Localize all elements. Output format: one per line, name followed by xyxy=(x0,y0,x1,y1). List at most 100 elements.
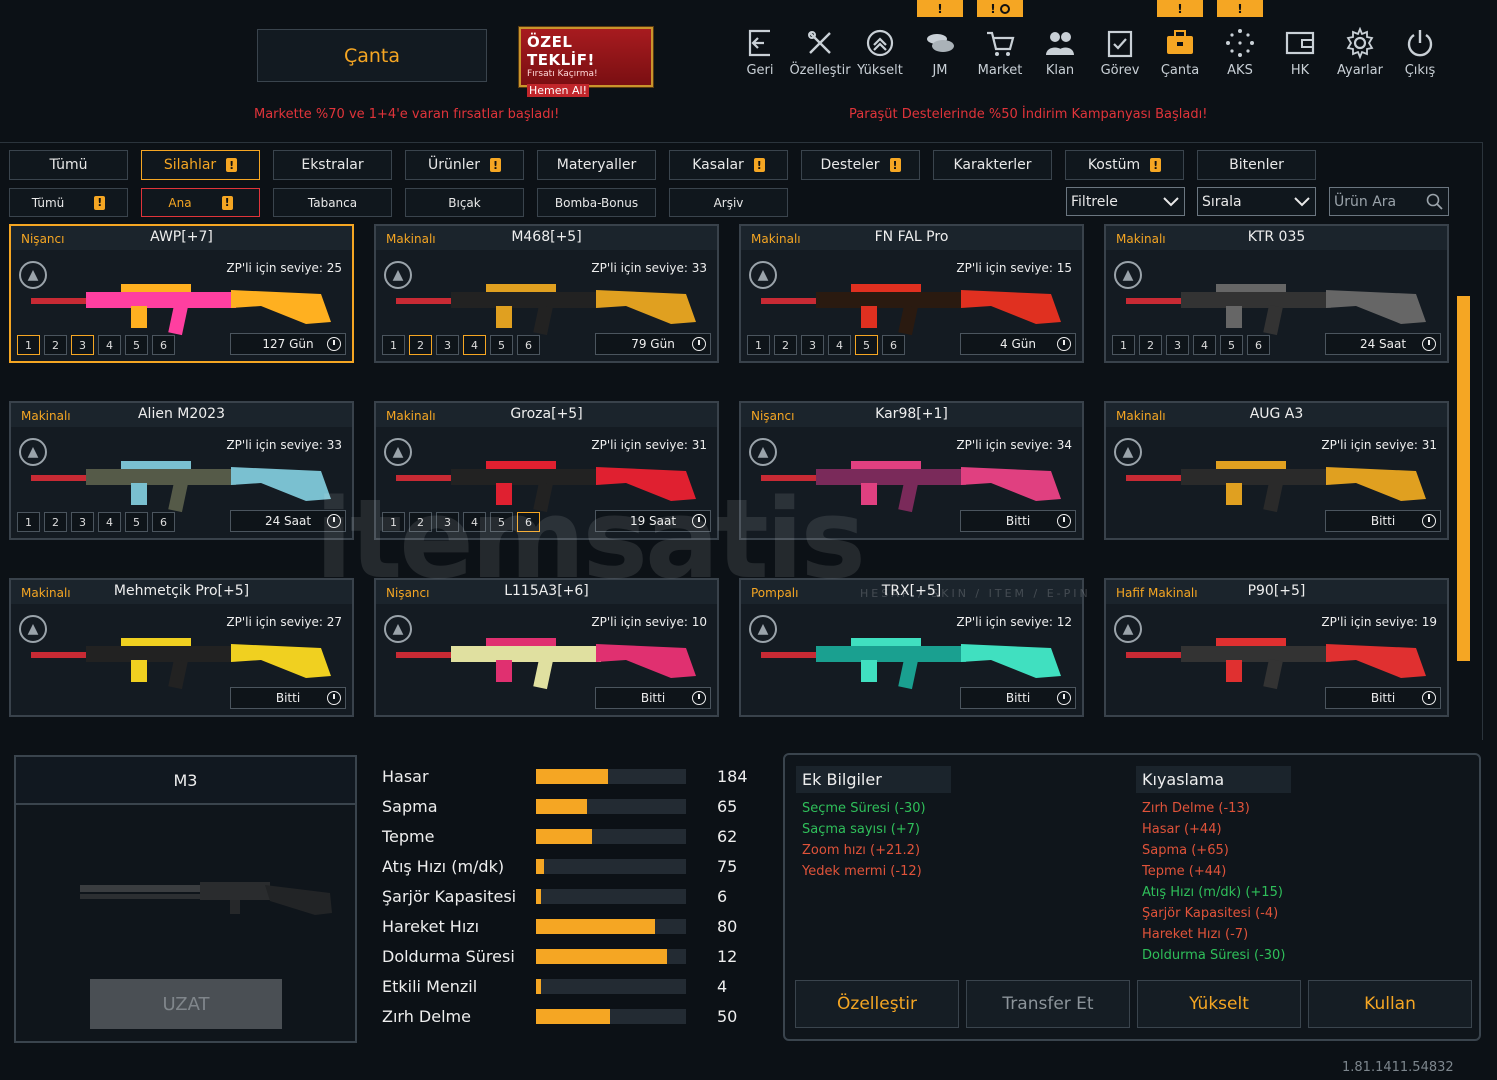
grid-scrollbar[interactable] xyxy=(1457,296,1470,661)
level-slot[interactable]: 3 xyxy=(1166,335,1189,355)
nav-gear[interactable]: Ayarlar xyxy=(1330,27,1390,83)
level-slot[interactable]: 4 xyxy=(98,512,121,532)
duration-text: Bitti xyxy=(1370,514,1396,528)
tab-9[interactable]: Kostüm! xyxy=(1065,150,1184,180)
gear-icon xyxy=(1346,27,1374,59)
subtab-2[interactable]: Ana! xyxy=(141,188,260,217)
level-slot[interactable]: 4 xyxy=(98,335,121,355)
tab-7[interactable]: Desteler! xyxy=(801,150,920,180)
nav-power[interactable]: Çıkış xyxy=(1390,27,1450,83)
duration-text: Bitti xyxy=(1370,691,1396,705)
action-button-3[interactable]: Yükselt xyxy=(1137,980,1301,1028)
level-slot[interactable]: 5 xyxy=(490,335,513,355)
subtab-3[interactable]: Tabanca xyxy=(273,188,392,217)
duration-text: 79 Gün xyxy=(631,337,675,351)
weapon-card[interactable]: Makinalı Alien M2023 ZP'li için seviye: … xyxy=(9,401,354,540)
weapon-card[interactable]: Hafif Makinalı P90[+5] ZP'li için seviye… xyxy=(1104,578,1449,717)
nav-task[interactable]: Görev xyxy=(1090,27,1150,83)
level-slot[interactable]: 1 xyxy=(747,335,770,355)
level-slot[interactable]: 6 xyxy=(152,512,175,532)
sort-dropdown[interactable]: Sırala xyxy=(1197,187,1316,216)
level-slot[interactable]: 2 xyxy=(774,335,797,355)
nav-customize[interactable]: Özelleştir xyxy=(789,27,851,83)
level-slot[interactable]: 3 xyxy=(436,335,459,355)
level-slot[interactable]: 5 xyxy=(125,335,148,355)
stat-bar-fill xyxy=(536,979,541,994)
subtab-1[interactable]: Tümü! xyxy=(9,188,128,217)
comparison-title: Kıyaslama xyxy=(1136,766,1291,793)
tab-label: Ürünler xyxy=(427,157,480,173)
level-slot[interactable]: 3 xyxy=(71,335,94,355)
tab-6[interactable]: Kasalar! xyxy=(669,150,788,180)
nav-coins[interactable]: JM xyxy=(910,27,970,83)
level-slot[interactable]: 5 xyxy=(1220,335,1243,355)
level-slot[interactable]: 2 xyxy=(44,512,67,532)
nav-aks[interactable]: AKS xyxy=(1210,27,1270,83)
nav-clan[interactable]: Klan xyxy=(1030,27,1090,83)
level-slot[interactable]: 4 xyxy=(1193,335,1216,355)
market-alert-badge: ! xyxy=(977,0,1023,17)
level-slot[interactable]: 5 xyxy=(855,335,878,355)
level-slot[interactable]: 6 xyxy=(517,335,540,355)
level-slot[interactable]: 6 xyxy=(152,335,175,355)
tab-2[interactable]: Silahlar! xyxy=(141,150,260,180)
subtab-5[interactable]: Bomba-Bonus xyxy=(537,188,656,217)
search-input[interactable]: Ürün Ara xyxy=(1329,187,1449,216)
aks-icon xyxy=(1226,29,1254,57)
subtab-6[interactable]: Arşiv xyxy=(669,188,788,217)
wallet-icon xyxy=(1285,31,1315,55)
tab-10[interactable]: Bitenler xyxy=(1197,150,1316,180)
weapon-card[interactable]: Makinalı KTR 035 ▲ 123456 24 Saat xyxy=(1104,224,1449,363)
weapon-name: Alien M2023 xyxy=(137,406,225,422)
level-slot[interactable]: 6 xyxy=(882,335,905,355)
level-slot[interactable]: 3 xyxy=(71,512,94,532)
weapon-card[interactable]: Nişancı AWP[+7] ZP'li için seviye: 25 ▲ … xyxy=(9,224,354,363)
stat-bar xyxy=(536,769,686,784)
info-line: Hareket Hızı (-7) xyxy=(1142,927,1249,942)
tab-3[interactable]: Ekstralar xyxy=(273,150,392,180)
level-slot[interactable]: 1 xyxy=(1112,335,1135,355)
clock-icon xyxy=(999,3,1010,14)
weapon-card[interactable]: Makinalı Mehmetçik Pro[+5] ZP'li için se… xyxy=(9,578,354,717)
duration-text: 24 Saat xyxy=(264,514,312,528)
weapon-card[interactable]: Makinalı AUG A3 ZP'li için seviye: 31 ▲ … xyxy=(1104,401,1449,540)
stat-bar xyxy=(536,1009,686,1024)
weapon-card[interactable]: Makinalı M468[+5] ZP'li için seviye: 33 … xyxy=(374,224,719,363)
tab-5[interactable]: Materyaller xyxy=(537,150,656,180)
filter-dropdown[interactable]: Filtrele xyxy=(1066,187,1185,216)
tab-1[interactable]: Tümü xyxy=(9,150,128,180)
level-slot[interactable]: 1 xyxy=(17,512,40,532)
special-offer-banner[interactable]: ÖZEL TEKLİF! Fırsatı Kaçırma! Hemen Al! xyxy=(519,27,653,97)
nav-bag[interactable]: Çanta xyxy=(1150,27,1210,83)
nav-wallet[interactable]: HK xyxy=(1270,27,1330,83)
action-button-2[interactable]: Transfer Et xyxy=(966,980,1130,1028)
level-slot[interactable]: 2 xyxy=(44,335,67,355)
stat-bar-fill xyxy=(536,859,544,874)
nav-cart[interactable]: Market xyxy=(970,27,1030,83)
level-slot[interactable]: 4 xyxy=(463,335,486,355)
level-slot[interactable]: 1 xyxy=(382,335,405,355)
action-button-4[interactable]: Kullan xyxy=(1308,980,1472,1028)
level-slot[interactable]: 2 xyxy=(409,335,432,355)
stat-value: 184 xyxy=(717,767,748,786)
level-slot[interactable]: 5 xyxy=(125,512,148,532)
nav-upgrade[interactable]: Yükselt xyxy=(850,27,910,83)
tab-label: Ekstralar xyxy=(301,157,364,173)
level-slot[interactable]: 6 xyxy=(1247,335,1270,355)
level-slot[interactable]: 3 xyxy=(801,335,824,355)
tab-label: Kostüm xyxy=(1087,157,1141,173)
level-slot[interactable]: 2 xyxy=(1139,335,1162,355)
duration-badge: Bitti xyxy=(1325,510,1441,532)
level-slot[interactable]: 1 xyxy=(17,335,40,355)
weapon-card[interactable]: Makinalı FN FAL Pro ZP'li için seviye: 1… xyxy=(739,224,1084,363)
tab-4[interactable]: Ürünler! xyxy=(405,150,524,180)
level-requirement: ZP'li için seviye: 10 xyxy=(591,615,707,629)
tab-8[interactable]: Karakterler xyxy=(933,150,1052,180)
action-button-1[interactable]: Özelleştir xyxy=(795,980,959,1028)
level-slot[interactable]: 4 xyxy=(828,335,851,355)
level-requirement: ZP'li için seviye: 33 xyxy=(226,438,342,452)
extend-button[interactable]: UZAT xyxy=(90,979,282,1029)
subtab-4[interactable]: Bıçak xyxy=(405,188,524,217)
level-requirement: ZP'li için seviye: 33 xyxy=(591,261,707,275)
nav-back[interactable]: Geri xyxy=(730,27,790,83)
